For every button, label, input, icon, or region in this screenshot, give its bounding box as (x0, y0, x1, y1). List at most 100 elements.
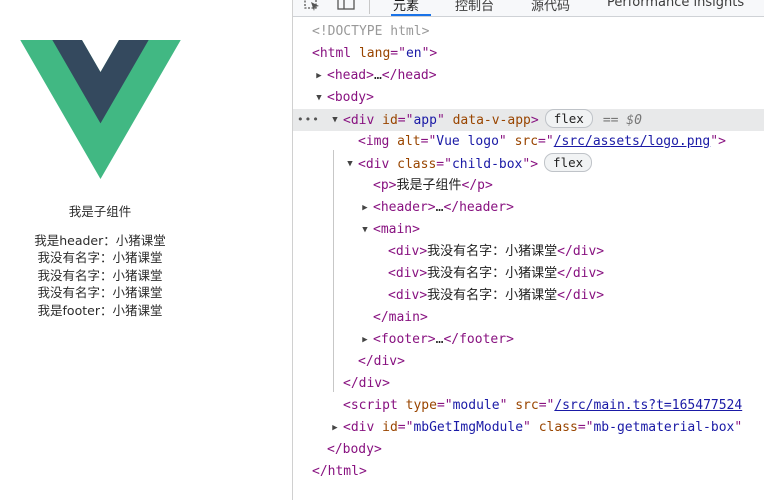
tag-name: div (395, 266, 420, 281)
tag-name: p (380, 178, 389, 193)
node-text: 我没有名字：小猪课堂 (427, 244, 558, 259)
tag-name: div (395, 288, 420, 303)
dom-node-child-box[interactable]: ▼ <div class="child-box"> flex (293, 153, 764, 175)
tag-name: img (365, 134, 390, 149)
tab-performance-insights[interactable]: Performance insights (607, 0, 744, 10)
devtools-toolbar: 元素 控制台 源代码 Performance insights (293, 0, 764, 17)
attr-name: id (382, 113, 398, 128)
tag-name: main (380, 222, 413, 237)
dom-node-main-div[interactable]: <div>我没有名字：小猪课堂</div> (293, 285, 764, 307)
doctype-text: <!DOCTYPE html> (312, 24, 430, 39)
script-src-link[interactable]: /src/main.ts?t=165477524 (554, 398, 742, 413)
tag-name: div (350, 113, 375, 128)
main-line: 我没有名字：小猪课堂 (37, 285, 163, 301)
tab-sources[interactable]: 源代码 (531, 0, 570, 14)
dom-node-footer[interactable]: ▶ <footer>…</footer> (293, 329, 764, 351)
attr-name: lang (358, 46, 391, 61)
devtools-panel: 元素 控制台 源代码 Performance insights <!DOCTYP… (292, 0, 764, 500)
tag-name: p (477, 178, 485, 193)
dom-node-main-div[interactable]: <div>我没有名字：小猪课堂</div> (293, 241, 764, 263)
footer-line: 我是footer：小猪课堂 (37, 302, 163, 318)
tag-name: div (365, 157, 390, 172)
attr-name: class (397, 157, 437, 172)
dom-node-script[interactable]: <script type="module" src="/src/main.ts?… (293, 395, 764, 417)
dom-node-app-close[interactable]: </div> (293, 373, 764, 395)
attr-value: child-box (451, 157, 523, 172)
tag-name: div (358, 376, 383, 391)
active-tab-indicator (391, 14, 431, 16)
attr-value: module (452, 398, 500, 413)
collapse-triangle-icon[interactable]: ▼ (314, 87, 324, 109)
tag-name: div (572, 244, 597, 259)
tag-name: div (395, 244, 420, 259)
dom-node-app-selected[interactable]: ••• ▼ <div id="app" data-v-app> flex == $0 (293, 109, 764, 131)
attr-name: src (514, 134, 539, 149)
more-options-icon[interactable]: ••• (297, 109, 320, 131)
node-text: 我没有名字：小猪课堂 (427, 288, 558, 303)
dom-node-doctype[interactable]: <!DOCTYPE html> (293, 21, 764, 43)
child-component-title: 我是子组件 (68, 204, 132, 219)
main-line: 我没有名字：小猪课堂 (37, 250, 163, 266)
flex-badge[interactable]: flex (544, 109, 593, 128)
tag-name: main (388, 310, 420, 325)
dom-node-body-close[interactable]: </body> (293, 439, 764, 461)
main-line: 我没有名字：小猪课堂 (37, 267, 163, 283)
header-line: 我是header：小猪课堂 (34, 233, 166, 248)
tab-console[interactable]: 控制台 (455, 0, 494, 14)
dom-node-child-box-close[interactable]: </div> (293, 351, 764, 373)
attr-name: type (405, 398, 437, 413)
attr-value: app (413, 113, 437, 128)
vue-logo-icon (20, 40, 181, 179)
dom-node-p[interactable]: <p>我是子组件</p> (293, 175, 764, 197)
tag-name: head (397, 68, 429, 83)
tag-name: footer (459, 332, 507, 347)
dom-node-head[interactable]: ▶ <head>…</head> (293, 65, 764, 87)
dom-node-body[interactable]: ▼ <body> (293, 87, 764, 109)
dom-node-html-close[interactable]: </html> (293, 461, 764, 483)
tag-name: div (572, 266, 597, 281)
attr-name: src (515, 398, 539, 413)
expand-triangle-icon[interactable]: ▶ (360, 197, 370, 219)
tag-name: script (350, 398, 398, 413)
tag-name: body (342, 442, 374, 457)
attr-name: data-v-app (452, 113, 531, 128)
expand-triangle-icon[interactable]: ▶ (314, 65, 324, 87)
attr-value: en (405, 46, 422, 61)
dom-node-main-div[interactable]: <div>我没有名字：小猪课堂</div> (293, 263, 764, 285)
tag-name: html (327, 464, 359, 479)
dom-node-mb-module[interactable]: ▶ <div id="mbGetImgModule" class="mb-get… (293, 417, 764, 439)
dom-node-html[interactable]: <html lang="en"> (293, 43, 764, 65)
tag-name: header (380, 200, 428, 215)
tag-name: html (319, 46, 352, 61)
collapse-triangle-icon[interactable]: ▼ (360, 219, 370, 241)
expand-triangle-icon[interactable]: ▶ (330, 417, 340, 439)
attr-value: Vue logo (436, 134, 499, 149)
attr-name: id (382, 420, 398, 435)
logo-src-link[interactable]: /src/assets/logo.png (554, 134, 711, 149)
collapse-triangle-icon[interactable]: ▼ (345, 153, 355, 175)
tag-name: div (373, 354, 398, 369)
tab-elements[interactable]: 元素 (393, 0, 419, 14)
tag-name: div (572, 288, 597, 303)
collapse-triangle-icon[interactable]: ▼ (330, 109, 340, 131)
expand-triangle-icon[interactable]: ▶ (360, 329, 370, 351)
attr-value: mb-getmaterial-box (593, 420, 735, 435)
dom-node-img[interactable]: <img alt="Vue logo" src="/src/assets/log… (293, 131, 764, 153)
node-text: 我是子组件 (396, 178, 462, 193)
dom-node-main-close[interactable]: </main> (293, 307, 764, 329)
attr-value: mbGetImgModule (413, 420, 524, 435)
tag-name: head (334, 68, 367, 83)
attr-name: class (538, 420, 578, 435)
dom-node-main[interactable]: ▼ <main> (293, 219, 764, 241)
tag-name: div (350, 420, 375, 435)
tag-name: body (334, 90, 367, 105)
node-text: 我没有名字：小猪课堂 (427, 266, 558, 281)
device-toolbar-icon[interactable] (337, 0, 355, 12)
elements-tree: <!DOCTYPE html> <html lang="en"> ▶ <head… (293, 17, 764, 500)
inspect-element-icon[interactable] (303, 0, 321, 12)
eq-text: == (602, 113, 627, 128)
dom-node-header[interactable]: ▶ <header>…</header> (293, 197, 764, 219)
flex-badge[interactable]: flex (544, 153, 593, 172)
attr-name: alt (397, 134, 421, 149)
tag-name: header (459, 200, 507, 215)
